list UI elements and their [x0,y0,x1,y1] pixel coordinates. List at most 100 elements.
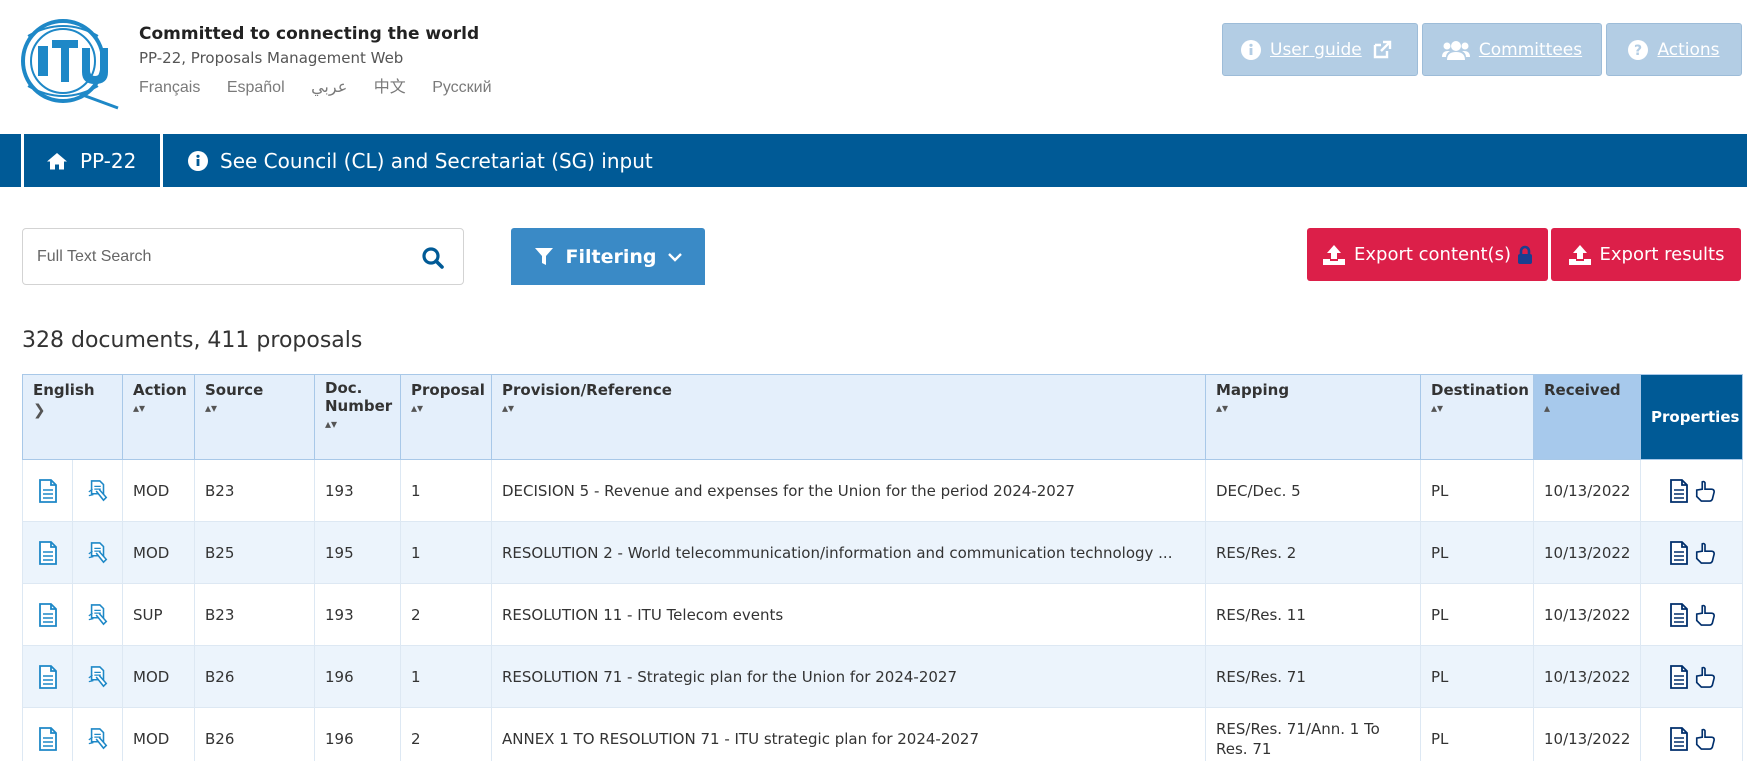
site-subtitle: PP-22, Proposals Management Web [139,49,404,67]
cell-destination: PL [1420,645,1534,708]
cell-received: 10/13/2022 [1533,707,1641,761]
header-actions: User guide Committees ? Actions [1222,23,1742,76]
cell-action: MOD [122,459,195,522]
cell-proposal: 2 [400,707,492,761]
cell-mapping: RES/Res. 11 [1205,583,1421,646]
actions-button[interactable]: ? Actions [1606,23,1742,76]
col-english[interactable]: English ❯ [22,374,123,460]
open-document-cell[interactable] [22,583,73,646]
nav-council-input-link[interactable]: See Council (CL) and Secretariat (SG) in… [166,134,653,187]
document-translate-icon[interactable] [87,665,109,687]
cell-action: SUP [122,583,195,646]
table-row[interactable]: MOD B26 196 1 RESOLUTION 71 - Strategic plan… [22,645,1743,708]
export-results-button[interactable]: Export results [1551,228,1741,281]
cell-mapping: DEC/Dec. 5 [1205,459,1421,522]
export-content-label: Export content(s) [1354,244,1511,265]
document-translate-icon[interactable] [87,541,109,563]
properties-icon[interactable] [1668,726,1690,751]
cell-destination: PL [1420,707,1534,761]
export-results-label: Export results [1599,244,1725,265]
open-document-cell[interactable] [22,707,73,761]
open-document-cell[interactable] [22,521,73,584]
cell-received: 10/13/2022 [1533,459,1641,522]
col-doc-number[interactable]: Doc. Number ▴▾ [314,374,401,460]
cell-provision: RESOLUTION 11 - ITU Telecom events [491,583,1206,646]
hand-pointer-icon[interactable] [1690,542,1716,564]
cell-doc-number: 193 [314,583,401,646]
cell-properties [1640,459,1743,522]
col-doc-number-label: Doc. Number [325,379,393,415]
users-icon [1441,40,1470,60]
info-icon [188,150,208,171]
nav-home-link[interactable]: PP-22 [21,134,163,187]
col-proposal[interactable]: Proposal ▴▾ [400,374,492,460]
lang-arabic[interactable]: عربي [311,79,347,96]
cell-provision: RESOLUTION 2 - World telecommunication/i… [491,521,1206,584]
hand-pointer-icon[interactable] [1690,728,1716,750]
cell-received: 10/13/2022 [1533,521,1641,584]
translate-document-cell[interactable] [72,645,123,708]
document-icon[interactable] [37,478,59,503]
filter-icon [534,247,553,265]
properties-icon[interactable] [1668,478,1690,503]
cell-provision: DECISION 5 - Revenue and expenses for th… [491,459,1206,522]
translate-document-cell[interactable] [72,583,123,646]
col-received[interactable]: Received ▴ [1533,374,1641,460]
document-icon[interactable] [37,540,59,565]
user-guide-button[interactable]: User guide [1222,23,1418,76]
col-provision[interactable]: Provision/Reference ▴▾ [491,374,1206,460]
nav-home-label: PP-22 [80,148,137,173]
cell-source: B26 [194,707,315,761]
translate-document-cell[interactable] [72,459,123,522]
actions-label: Actions [1657,39,1720,60]
table-row[interactable]: MOD B26 196 2 ANNEX 1 TO RESOLUTION 71 - ITU… [22,707,1743,761]
committees-label: Committees [1478,39,1583,60]
results-summary: 328 documents, 411 proposals [22,328,363,353]
document-icon[interactable] [37,602,59,627]
committees-button[interactable]: Committees [1422,23,1602,76]
translate-document-cell[interactable] [72,707,123,761]
open-document-cell[interactable] [22,645,73,708]
info-icon [1241,39,1261,60]
lang-chinese[interactable]: 中文 [374,79,406,96]
col-source-label: Source [205,381,264,399]
full-text-search [22,228,464,285]
lang-russian[interactable]: Русский [432,79,491,96]
cell-doc-number: 193 [314,459,401,522]
chevron-down-icon [668,252,683,262]
table-row[interactable]: SUP B23 193 2 RESOLUTION 11 - ITU Telecom ev… [22,583,1743,646]
col-destination[interactable]: Destination ▴▾ [1420,374,1534,460]
search-icon[interactable] [421,246,445,270]
cell-properties [1640,645,1743,708]
open-document-cell[interactable] [22,459,73,522]
document-translate-icon[interactable] [87,603,109,625]
document-translate-icon[interactable] [87,727,109,749]
properties-icon[interactable] [1668,540,1690,565]
hand-pointer-icon[interactable] [1690,604,1716,626]
properties-icon[interactable] [1668,664,1690,689]
table-row[interactable]: MOD B25 195 1 RESOLUTION 2 - World telecommu… [22,521,1743,584]
translate-document-cell[interactable] [72,521,123,584]
document-icon[interactable] [37,664,59,689]
itu-logo[interactable] [20,6,120,110]
hand-pointer-icon[interactable] [1690,666,1716,688]
lang-french[interactable]: Français [139,79,200,96]
col-action[interactable]: Action ▴▾ [122,374,195,460]
properties-icon[interactable] [1668,602,1690,627]
lang-spanish[interactable]: Español [227,79,285,96]
table-row[interactable]: MOD B23 193 1 DECISION 5 - Revenue and expen… [22,459,1743,522]
export-content-button[interactable]: Export content(s) [1307,228,1548,281]
hand-pointer-icon[interactable] [1690,480,1716,502]
col-proposal-label: Proposal [411,381,485,399]
col-provision-label: Provision/Reference [502,381,672,399]
filtering-button[interactable]: Filtering [511,228,705,285]
search-input[interactable] [37,244,407,270]
col-source[interactable]: Source ▴▾ [194,374,315,460]
cell-mapping: RES/Res. 71/Ann. 1 To Res. 71 [1205,707,1421,761]
sort-icon: ▴▾ [502,401,515,415]
col-mapping[interactable]: Mapping ▴▾ [1205,374,1421,460]
cell-doc-number: 196 [314,707,401,761]
brand-block: Committed to connecting the world PP-22,… [139,24,514,97]
document-icon[interactable] [37,726,59,751]
document-translate-icon[interactable] [87,479,109,501]
